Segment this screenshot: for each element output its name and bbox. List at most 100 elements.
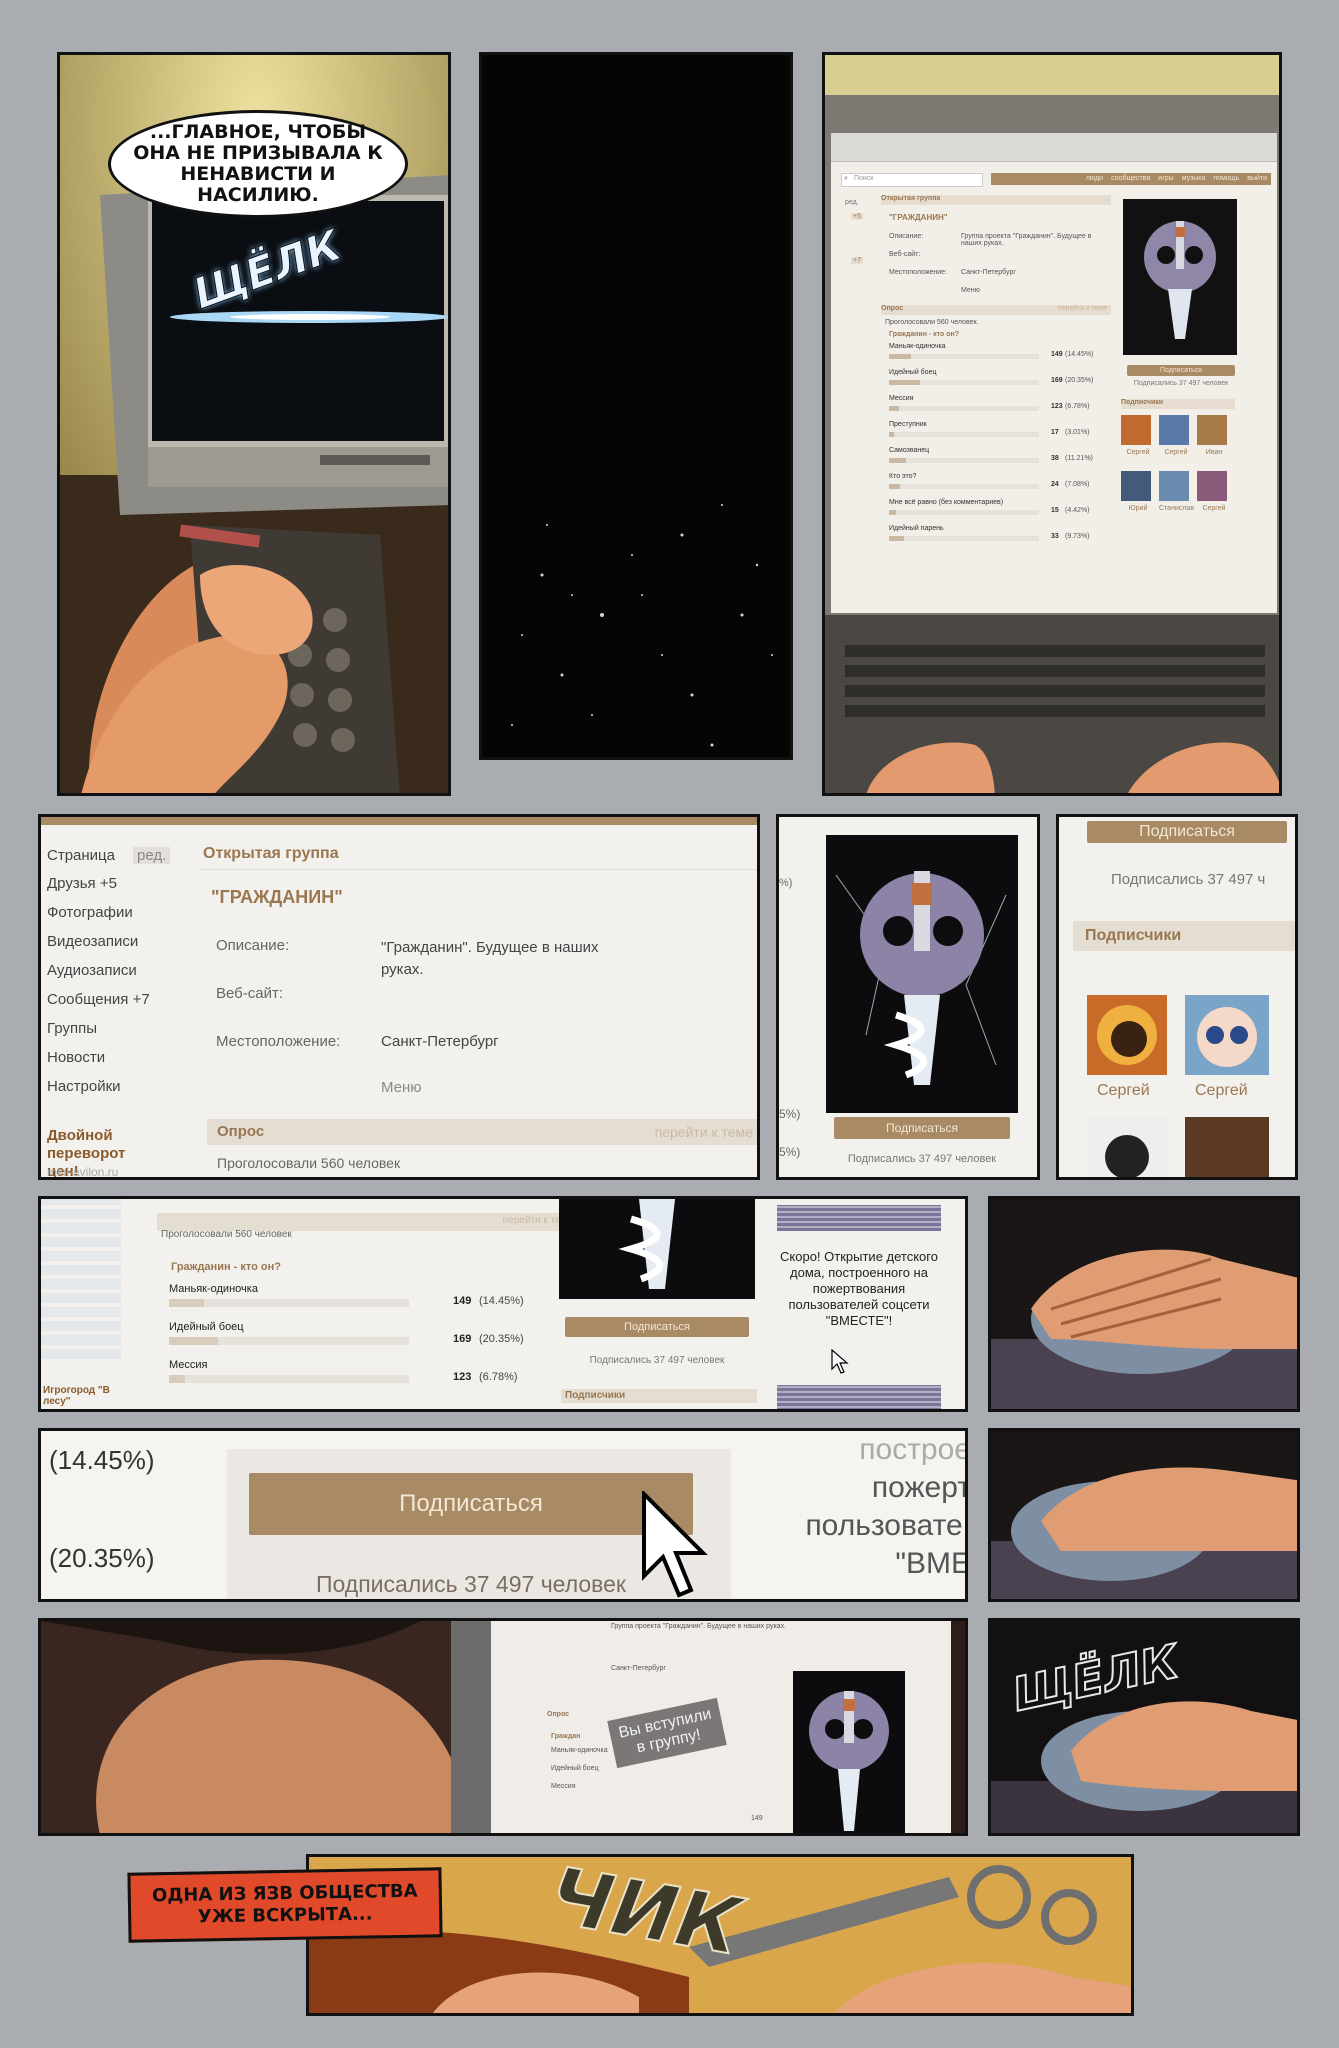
poll-pct: (20.35%) xyxy=(1065,377,1094,384)
subscriber-name[interactable]: Станислав xyxy=(1159,505,1194,512)
nav-help[interactable]: помощь xyxy=(1213,173,1239,185)
poll-bar xyxy=(889,458,1039,463)
subscriber-avatar[interactable] xyxy=(1197,415,1227,445)
poll-voted-bar: Проголосовали 560 человек перейти к теме xyxy=(157,1213,577,1240)
subscriber-avatar[interactable] xyxy=(1087,1117,1167,1177)
menu-audio[interactable]: Аудиозаписи xyxy=(47,962,137,979)
search-icon: ⌕ xyxy=(844,175,848,182)
poll-question: Гражданин - кто он? xyxy=(171,1261,281,1273)
poll-option[interactable]: Кто это? 24 (7.08%) xyxy=(889,473,1109,497)
poll-bar xyxy=(889,354,1039,359)
poll-option[interactable]: Мне всё равно (без комментариев) 15 (4.42%… xyxy=(889,499,1109,523)
poll-bar xyxy=(169,1375,409,1383)
panel-subscribe-zoom: (14.45%) (20.35%) Подписаться Подписалис… xyxy=(38,1428,968,1602)
left-sidebar-fragment xyxy=(41,1199,121,1359)
menu-friends[interactable]: Друзья +5 xyxy=(47,875,117,892)
poll-header: Опрос перейти к теме xyxy=(881,305,1111,315)
menu-link[interactable]: Меню xyxy=(961,287,980,294)
desc-label: Описание: xyxy=(889,233,924,240)
knife-poster-icon xyxy=(809,1691,889,1831)
poll-option[interactable]: Мессия 123 (6.78%) xyxy=(889,395,1109,419)
group-avatar[interactable] xyxy=(826,835,1018,1113)
poll-option-label: Маньяк-одиночка xyxy=(169,1283,258,1295)
joined-toast: Вы вступили в группу! xyxy=(607,1697,727,1769)
menu-photos[interactable]: Фотографии xyxy=(47,904,133,921)
poll-option[interactable]: Маньяк-одиночка 149 (14.45%) xyxy=(889,343,1109,367)
subscriber-name[interactable]: Иван xyxy=(1197,449,1231,456)
poll-bar xyxy=(169,1299,409,1307)
poll-count: 149 xyxy=(1051,351,1063,358)
poll-link[interactable]: перейти к теме xyxy=(1058,305,1107,312)
group-type-header: Открытая группа xyxy=(199,839,757,870)
pct-fragment-2: 5%) xyxy=(779,1107,801,1121)
subscriber-avatar[interactable] xyxy=(1159,415,1189,445)
subscribe-button[interactable]: Подписаться xyxy=(1087,821,1287,843)
panel-group-info: Страница ред. Друзья +5 Фотографии Видео… xyxy=(38,814,760,1180)
menu-news[interactable]: Новости xyxy=(47,1049,105,1066)
nav-communities[interactable]: сообщества xyxy=(1111,173,1150,185)
panel-mouse-hand-1 xyxy=(988,1196,1300,1412)
subscriber-avatar[interactable] xyxy=(1087,995,1167,1075)
subscriber-avatar[interactable] xyxy=(1197,471,1227,501)
poster-fragment xyxy=(559,1199,755,1299)
ad-line: "ВМЕ xyxy=(895,1547,968,1580)
search-bar[interactable]: ⌕ Поиск xyxy=(841,173,983,187)
ad-link[interactable]: mini-avilon.ru xyxy=(47,1165,118,1177)
poll-bar xyxy=(889,380,1039,385)
subscribe-button[interactable]: Подписаться xyxy=(1127,365,1235,376)
poll-option-label: Маньяк-одиночка xyxy=(889,343,946,350)
poll-count: 24 xyxy=(1051,481,1059,488)
poll-option-label: Кто это? xyxy=(889,473,917,480)
nav-games[interactable]: игры xyxy=(1158,173,1173,185)
poll-option[interactable]: Мессия 123 (6.78%) xyxy=(169,1359,559,1393)
subscribers-header: Подписчики xyxy=(1121,399,1235,409)
poll-link[interactable]: перейти к теме xyxy=(655,1124,753,1140)
group-avatar[interactable] xyxy=(1123,199,1237,355)
subscriber-avatar[interactable] xyxy=(1121,471,1151,501)
panel-poll-ad: Игрогород "В лесу" Проголосовали 560 чел… xyxy=(38,1196,968,1412)
count-fragment: 149 xyxy=(751,1815,763,1822)
subscriber-avatar[interactable] xyxy=(1121,415,1151,445)
menu-videos[interactable]: Видеозаписи xyxy=(47,933,138,950)
poll-option[interactable]: Маньяк-одиночка 149 (14.45%) xyxy=(169,1283,559,1317)
poll-bar-fill xyxy=(889,406,900,411)
ad-text[interactable]: Скоро! Открытие детского дома, построенн… xyxy=(771,1249,947,1329)
poll-option[interactable]: Идейный парень 33 (9.73%) xyxy=(889,525,1109,549)
subscriber-avatar[interactable] xyxy=(1159,471,1189,501)
subscriber-name[interactable]: Сергей xyxy=(1121,449,1155,456)
poll-option[interactable]: Преступник 17 (3.01%) xyxy=(889,421,1109,445)
menu-groups[interactable]: Группы xyxy=(47,1020,97,1037)
group-header: Открытая группа xyxy=(881,195,1111,205)
menu-messages[interactable]: Сообщения +7 xyxy=(47,991,150,1008)
menu-settings[interactable]: Настройки xyxy=(47,1078,121,1095)
nav-people[interactable]: люди xyxy=(1086,173,1103,185)
left-edit-link[interactable]: ред. xyxy=(845,199,859,206)
menu-page[interactable]: Страница xyxy=(47,847,115,864)
poll-option[interactable]: Идейный боец 169 (20.35%) xyxy=(169,1321,559,1355)
subscriber-name[interactable]: Сергей xyxy=(1159,449,1193,456)
ad-fragment[interactable]: Игрогород "В лесу" xyxy=(43,1385,123,1407)
poll-option[interactable]: Самозванец 38 (11.21%) xyxy=(889,447,1109,471)
location-label: Местоположение: xyxy=(889,269,948,276)
subscribe-button[interactable]: Подписаться xyxy=(565,1317,749,1337)
subscribe-button[interactable]: Подписаться xyxy=(249,1473,693,1535)
subscriber-avatar[interactable] xyxy=(1185,995,1269,1075)
subscriber-name[interactable]: Сергей xyxy=(1195,1082,1248,1100)
edit-link[interactable]: ред. xyxy=(133,847,171,864)
monitor-screen: Группа проекта "Гражданин". Будущее в на… xyxy=(491,1621,951,1833)
subscribe-button[interactable]: Подписаться xyxy=(834,1117,1010,1139)
group-avatar[interactable] xyxy=(793,1671,905,1833)
subscriber-avatar[interactable] xyxy=(1185,1117,1269,1177)
desc-value: "Гражданин". Будущее в наших руках. xyxy=(381,939,599,978)
subscriber-name[interactable]: Сергей xyxy=(1197,505,1231,512)
poll-option[interactable]: Идейный боец 169 (20.35%) xyxy=(889,369,1109,393)
ad-line: пожерт xyxy=(871,1471,968,1504)
location-value: Санкт-Петербург xyxy=(381,1033,499,1050)
poll-bar-fill xyxy=(889,380,920,385)
nav-logout[interactable]: выйти xyxy=(1247,173,1267,185)
nav-music[interactable]: музыка xyxy=(1182,173,1206,185)
poll-bar xyxy=(889,510,1039,515)
menu-link[interactable]: Меню xyxy=(381,1079,422,1096)
subscriber-name[interactable]: Юрий xyxy=(1121,505,1155,512)
subscriber-name[interactable]: Сергей xyxy=(1097,1082,1150,1100)
